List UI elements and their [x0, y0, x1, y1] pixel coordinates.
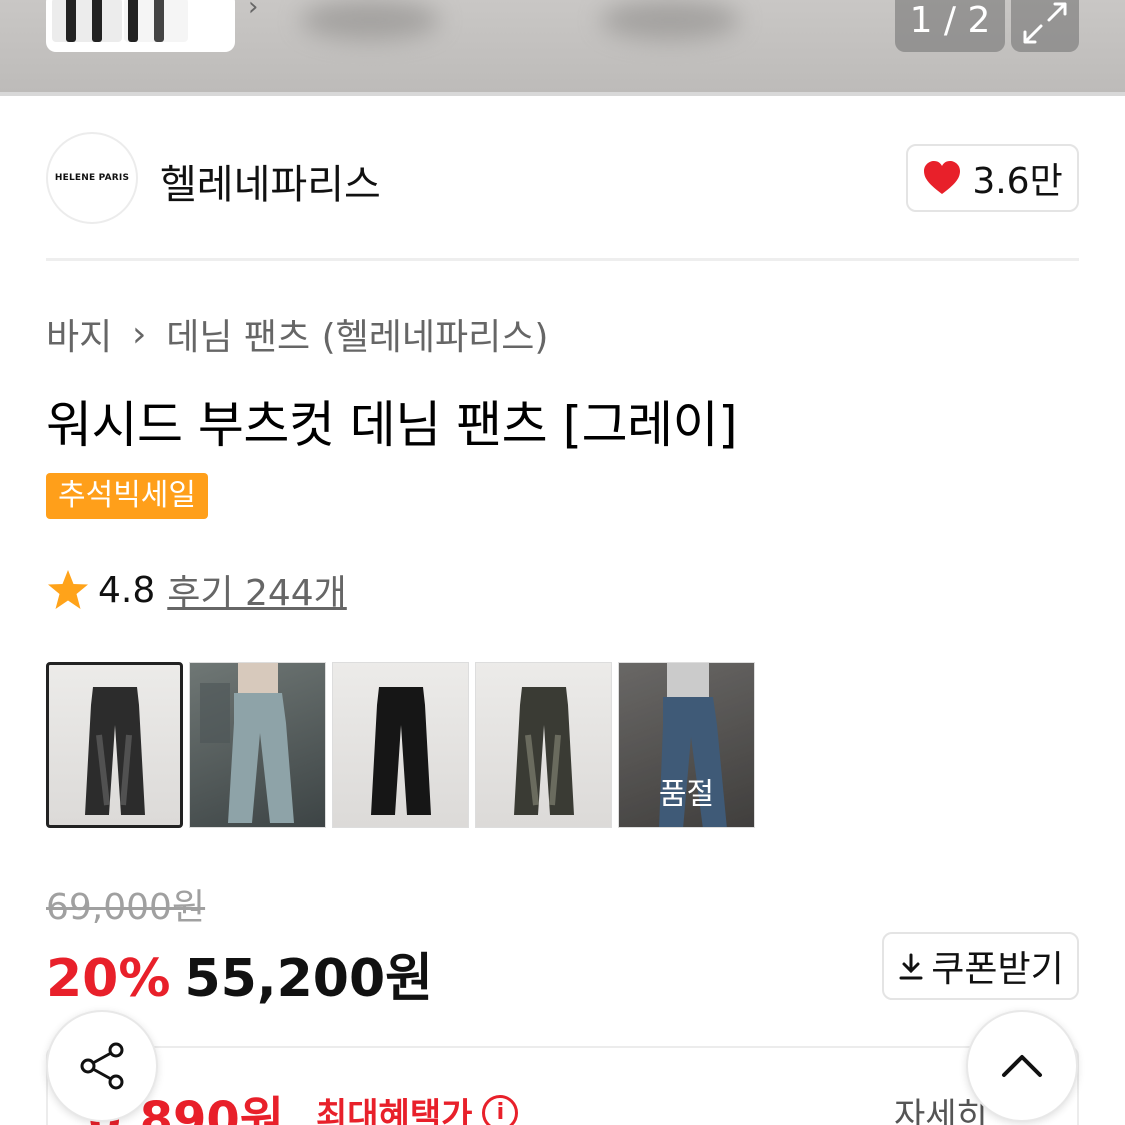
soldout-label: 품절 — [658, 777, 715, 812]
color-thumbnail-soldout[interactable]: 품절 — [618, 662, 755, 828]
jeans-image — [85, 687, 145, 815]
share-button[interactable] — [46, 1010, 158, 1122]
chevron-right-icon: › — [132, 313, 147, 355]
max-benefit-box[interactable]: 0,890원 최대혜택가 i 자세히 — [46, 1046, 1079, 1125]
model-image — [200, 663, 294, 823]
color-thumbnail[interactable] — [332, 662, 469, 828]
coupon-button[interactable]: 쿠폰받기 — [882, 932, 1079, 1000]
sale-price: 55,200원 — [184, 949, 433, 1009]
product-title: 워시드 부츠컷 데님 팬츠 [그레이] — [46, 396, 738, 454]
scroll-top-button[interactable] — [966, 1010, 1078, 1122]
info-icon[interactable]: i — [482, 1094, 519, 1125]
brand-logo[interactable]: HELENE PARIS — [46, 132, 138, 224]
color-thumbnail[interactable] — [475, 662, 612, 828]
gallery-thumbnail[interactable] — [124, 0, 188, 42]
image-counter: 1 / 2 — [895, 0, 1005, 52]
sale-badge: 추석빅세일 — [46, 473, 208, 519]
chevron-right-icon[interactable]: › — [248, 0, 258, 22]
like-count: 3.6만 — [972, 161, 1063, 202]
heart-icon — [924, 161, 961, 194]
rating-row: 4.8 후기 244개 — [46, 564, 347, 616]
product-image-gallery[interactable]: › 1 / 2 — [0, 0, 1125, 96]
divider — [46, 258, 1079, 261]
breadcrumb-category[interactable]: 바지 — [46, 308, 112, 360]
gallery-thumbnail-strip[interactable]: › — [46, 0, 258, 52]
max-benefit-label-row: 최대혜택가 i — [316, 1088, 519, 1125]
share-icon — [80, 1042, 124, 1090]
color-thumbnail-list: 품절 — [46, 662, 755, 828]
brand-name[interactable]: 헬레네파리스 — [160, 152, 381, 210]
breadcrumb: 바지 › 데님 팬츠 (헬레네파리스) — [46, 308, 548, 360]
original-price: 69,000원 — [46, 887, 206, 928]
like-button[interactable]: 3.6만 — [906, 144, 1079, 212]
color-thumbnail[interactable] — [189, 662, 326, 828]
star-icon — [48, 570, 88, 609]
chevron-up-icon — [1002, 1055, 1042, 1077]
max-benefit-label: 최대혜택가 — [316, 1096, 473, 1125]
expand-icon[interactable] — [1011, 0, 1079, 52]
download-icon — [899, 953, 923, 980]
discount-rate: 20% — [46, 949, 171, 1009]
breadcrumb-subcategory[interactable]: 데님 팬츠 (헬레네파리스) — [166, 308, 548, 360]
price-row: 20% 55,200원 — [46, 936, 433, 1011]
image-blur — [600, 0, 740, 40]
brand-logo-text: HELENE PARIS — [54, 173, 130, 183]
rating-score: 4.8 — [98, 569, 156, 611]
jeans-image — [371, 687, 431, 815]
gallery-thumbnail[interactable] — [52, 0, 122, 42]
coupon-label: 쿠폰받기 — [931, 949, 1064, 990]
image-blur — [300, 0, 440, 40]
color-thumbnail[interactable] — [46, 662, 183, 828]
jeans-image — [514, 687, 574, 815]
reviews-link[interactable]: 후기 244개 — [167, 564, 347, 616]
